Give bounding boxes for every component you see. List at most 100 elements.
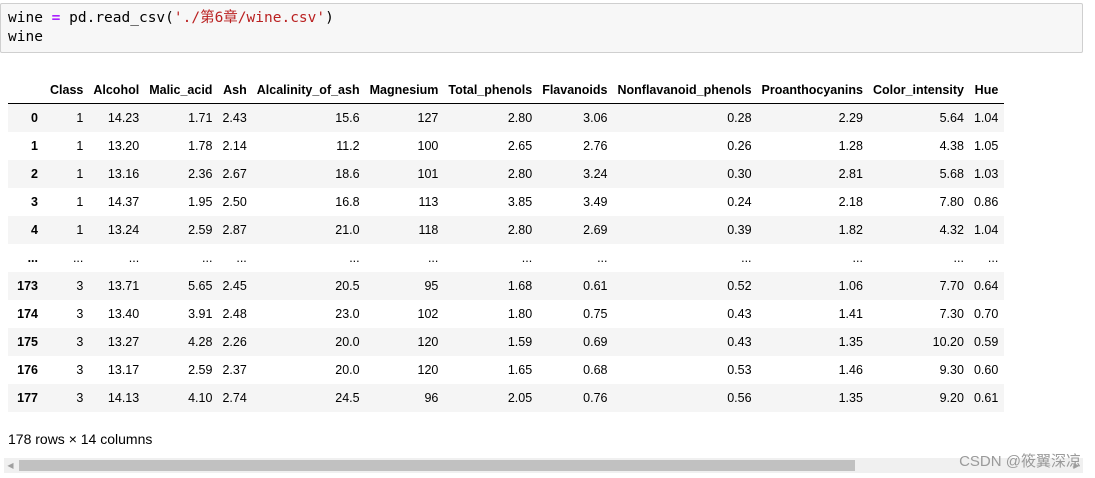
row-index: 174 xyxy=(17,307,38,321)
row-index: ... xyxy=(27,251,38,265)
table-cell: 1.82 xyxy=(838,223,863,237)
table-cell: 1.05 xyxy=(973,139,999,153)
row-index: 176 xyxy=(17,363,38,377)
table-cell: 3.24 xyxy=(583,167,608,181)
code-cell-input[interactable]: wine = pd.read_csv('./第6章/wine.csv') win… xyxy=(0,3,1083,53)
scrollbar-thumb[interactable] xyxy=(19,460,855,471)
table-cell: 2.48 xyxy=(222,307,247,321)
table-cell: 113 xyxy=(418,195,439,209)
table-cell: 0.52 xyxy=(727,279,752,293)
table-cell: 1 xyxy=(76,195,84,209)
index-header xyxy=(8,76,46,104)
table-cell: 0.76 xyxy=(583,391,608,405)
table-cell: 1.46 xyxy=(838,363,863,377)
table-cell: 2.81 xyxy=(838,167,863,181)
table-cell: 2.80 xyxy=(507,111,533,125)
table-cell: 1.41 xyxy=(838,307,863,321)
table-cell: 13.16 xyxy=(107,167,140,181)
table-cell: ... xyxy=(987,251,999,265)
table-cell: 0.69 xyxy=(583,335,608,349)
table-cell: 3 xyxy=(76,335,84,349)
column-header: Ash xyxy=(218,76,253,104)
dataframe-table: Class Alcohol Malic_acid Ash Alcalinity_of_a… xyxy=(8,76,1005,412)
table-cell: 102 xyxy=(417,307,439,321)
row-index: 3 xyxy=(31,195,38,209)
table-row: 2 1 13.16 2.36 2.67 18.6 101 2.80 3.24 0.30 2.81 5.… xyxy=(8,160,1005,188)
table-cell: 3.91 xyxy=(188,307,213,321)
table-cell: ... xyxy=(349,251,360,265)
table-cell: 4.32 xyxy=(939,223,964,237)
column-header: Malic_acid xyxy=(145,76,219,104)
table-cell: 118 xyxy=(418,223,439,237)
cell-output: Class Alcohol Malic_acid Ash Alcalinity_of_a… xyxy=(8,76,1083,414)
table-cell: ... xyxy=(597,251,608,265)
table-cell: 2.43 xyxy=(222,111,247,125)
row-index: 0 xyxy=(31,111,38,125)
code-var: wine xyxy=(8,10,43,26)
table-cell: 2.14 xyxy=(222,139,247,153)
table-cell: 0.60 xyxy=(973,363,999,377)
table-cell: 0.64 xyxy=(973,279,999,293)
table-cell: ... xyxy=(236,251,247,265)
table-cell: 0.43 xyxy=(727,307,752,321)
horizontal-scrollbar[interactable]: ◀ ▶ xyxy=(4,458,1083,473)
table-cell: 2.37 xyxy=(222,363,247,377)
row-index: 173 xyxy=(17,279,38,293)
column-header: Nonflavanoid_phenols xyxy=(613,76,758,104)
table-cell: 2.26 xyxy=(222,335,247,349)
table-cell: 1.04 xyxy=(973,223,999,237)
table-cell: 9.20 xyxy=(939,391,964,405)
table-row: 0 1 14.23 1.71 2.43 15.6 127 2.80 3.06 0.28 2.29 5.… xyxy=(8,103,1005,132)
table-cell: 1 xyxy=(76,167,84,181)
table-cell: 2.36 xyxy=(188,167,213,181)
table-cell: 1.06 xyxy=(838,279,863,293)
table-cell: 0.61 xyxy=(583,279,608,293)
table-cell: 14.23 xyxy=(107,111,140,125)
table-cell: 13.17 xyxy=(107,363,140,377)
table-cell: 4.38 xyxy=(939,139,964,153)
table-cell: 0.68 xyxy=(583,363,608,377)
column-header: Alcohol xyxy=(89,76,146,104)
table-cell: 5.68 xyxy=(939,167,964,181)
table-cell: 0.70 xyxy=(973,307,999,321)
table-row: 173 3 13.71 5.65 2.45 20.5 95 1.68 0.61 0.52 1.06 7… xyxy=(8,272,1005,300)
table-cell: ... xyxy=(521,251,533,265)
table-cell: 2.80 xyxy=(507,167,533,181)
table-cell: 2.87 xyxy=(222,223,247,237)
watermark: CSDN @筱翼深凉 xyxy=(959,453,1081,470)
code-line-2: wine xyxy=(8,29,43,45)
table-cell: ... xyxy=(427,251,439,265)
table-cell: 7.80 xyxy=(939,195,964,209)
column-header: Alcalinity_of_ash xyxy=(252,76,366,104)
table-cell: 95 xyxy=(424,279,439,293)
table-cell: ... xyxy=(953,251,964,265)
table-cell: ... xyxy=(128,251,140,265)
scroll-left-icon[interactable]: ◀ xyxy=(4,458,17,473)
table-cell: 13.20 xyxy=(107,139,140,153)
table-cell: 3 xyxy=(76,279,84,293)
table-cell: 120 xyxy=(417,335,439,349)
table-cell: 0.61 xyxy=(973,391,999,405)
table-row: 174 3 13.40 3.91 2.48 23.0 102 1.80 0.75 0.43 1.41… xyxy=(8,300,1004,328)
table-body: 0 1 14.23 1.71 2.43 15.6 127 2.80 3.06 0.28 2.29 5.… xyxy=(8,103,1005,412)
table-cell: 2.59 xyxy=(188,363,213,377)
table-cell: 0.30 xyxy=(727,167,752,181)
table-cell: 2.05 xyxy=(507,391,533,405)
table-cell: 14.37 xyxy=(107,195,140,209)
table-row: 177 3 14.13 4.10 2.74 24.5 96 2.05 0.76 0.56 1.35 9… xyxy=(8,384,1005,412)
table-cell: 1.59 xyxy=(507,335,533,349)
table-cell: ... xyxy=(741,251,752,265)
table-cell: 1.80 xyxy=(507,307,533,321)
table-cell: 1.95 xyxy=(188,195,213,209)
row-index: 175 xyxy=(17,335,38,349)
table-cell: 13.24 xyxy=(107,223,140,237)
code-editor[interactable]: wine = pd.read_csv('./第6章/wine.csv') win… xyxy=(8,9,334,47)
table-cell: 20.0 xyxy=(335,335,360,349)
table-row: 4 1 13.24 2.59 2.87 21.0 118 2.80 2.69 0.39 1.82 4.… xyxy=(8,216,1005,244)
table-cell: 14.13 xyxy=(107,391,140,405)
table-cell: 7.70 xyxy=(939,279,964,293)
code-call: pd.read_csv( xyxy=(69,10,174,26)
table-cell: 2.67 xyxy=(222,167,247,181)
table-cell: 16.8 xyxy=(335,195,360,209)
table-cell: 1 xyxy=(76,139,84,153)
